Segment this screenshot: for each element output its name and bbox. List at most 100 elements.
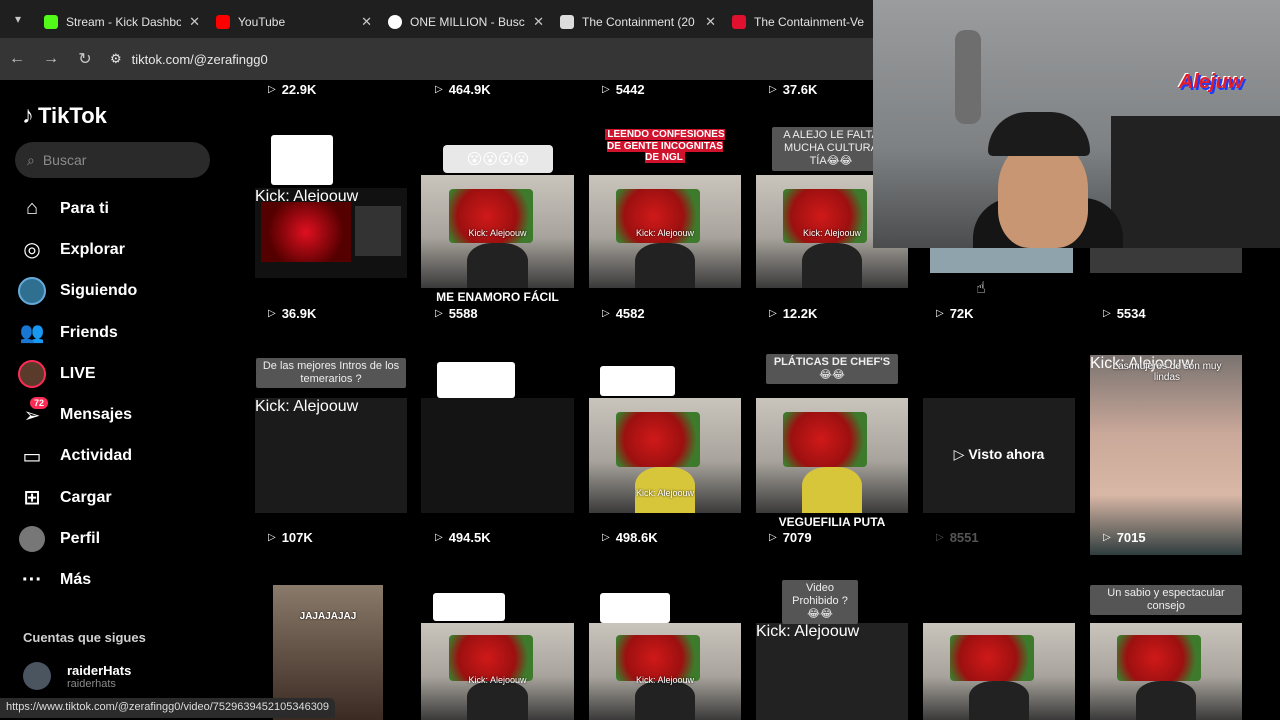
tab-title: YouTube xyxy=(238,15,286,29)
google-favicon-icon xyxy=(388,15,402,29)
view-count-value: 107K xyxy=(281,530,313,545)
video-thumbnail[interactable] xyxy=(421,398,574,513)
banner-image xyxy=(783,411,867,467)
watermark-text: Kick: Alejoouw xyxy=(468,228,527,239)
view-count: ▷ 494.5K xyxy=(435,530,491,545)
watermark-text: Kick: Alejoouw xyxy=(635,228,695,239)
close-icon[interactable]: ✕ xyxy=(189,14,200,30)
video-thumbnail[interactable] xyxy=(923,623,1075,720)
video-thumbnail[interactable]: ▷ Visto ahora xyxy=(923,398,1075,513)
video-thumbnail[interactable]: Kick: Alejoouw xyxy=(756,623,908,720)
browser-tab[interactable]: The Containment-Ve xyxy=(724,7,896,37)
video-thumbnail[interactable]: Kick: Alejoouw xyxy=(255,188,407,278)
video-caption-text: LEENDO CONFESIONES DE GENTE INCOGNITAS D… xyxy=(605,129,725,163)
close-icon[interactable]: ✕ xyxy=(533,14,544,30)
reload-icon[interactable]: ↻ xyxy=(68,38,102,80)
url-field[interactable]: ⚙ tiktok.com/@zerafingg0 xyxy=(110,51,268,67)
watermark-text: Kick: Alejoouw xyxy=(756,623,860,640)
view-count: ▷ 464.9K xyxy=(435,82,491,97)
watermark-text: Kick: Alejoouw xyxy=(635,487,695,498)
forward-arrow-icon[interactable]: → xyxy=(34,38,68,80)
thumbnail-panel xyxy=(355,206,401,256)
letterboxd-favicon-icon xyxy=(732,15,746,29)
play-icon: ▷ xyxy=(1103,308,1111,319)
video-thumbnail[interactable]: Kick: Alejoouw xyxy=(589,175,741,288)
view-count: ▷ 72K xyxy=(936,306,974,321)
view-count: ▷ 7015 xyxy=(1103,530,1146,545)
thumbnail-image xyxy=(261,202,351,262)
video-caption: De las mejores Intros de los temerarios … xyxy=(256,358,406,389)
video-thumbnail[interactable] xyxy=(1090,623,1242,720)
comment-caption xyxy=(437,362,515,398)
view-count: ▷ 107K xyxy=(268,530,313,545)
url-text: tiktok.com/@zerafingg0 xyxy=(131,51,268,67)
tab-title: The Containment-Ve xyxy=(754,15,865,29)
video-thumbnail[interactable]: Kick: Alejoouw xyxy=(589,623,741,720)
view-count-value: 12.2K xyxy=(782,306,818,321)
site-info-icon[interactable]: ⚙ xyxy=(110,51,122,67)
site-favicon-icon xyxy=(560,15,574,29)
video-caption: PLÁTICAS DE CHEF'S 😂😂 xyxy=(766,354,898,385)
close-icon[interactable]: ✕ xyxy=(361,14,372,30)
person-image xyxy=(466,242,529,288)
play-icon: ▷ xyxy=(268,308,276,319)
view-count-value: 72K xyxy=(949,306,974,321)
view-count: ▷ 12.2K xyxy=(769,306,817,321)
browser-tab[interactable]: The Containment (20 ✕ xyxy=(552,7,724,37)
browser-tab[interactable]: Stream - Kick Dashbo ✕ xyxy=(36,7,208,37)
watched-label: ▷ Visto ahora xyxy=(953,446,1045,462)
video-caption: Un sabio y espectacular consejo xyxy=(1090,585,1242,616)
video-thumbnail[interactable]: Kick: Alejoouw xyxy=(589,398,741,513)
view-count: ▷ 36.9K xyxy=(268,306,316,321)
comment-caption xyxy=(600,366,675,396)
person-image xyxy=(968,681,1030,720)
play-icon: ▷ xyxy=(268,84,276,95)
view-count: ▷ 498.6K xyxy=(602,530,658,545)
play-icon: ▷ xyxy=(936,308,944,319)
video-thumbnail[interactable]: Kick: Alejoouw xyxy=(421,175,574,288)
video-thumbnail[interactable]: Kick: Alejoouw xyxy=(421,623,574,720)
watermark-text: Kick: Alejoouw xyxy=(468,675,527,686)
video-thumbnail[interactable]: Kick: Alejoouw xyxy=(255,398,407,513)
view-count: ▷ 4582 xyxy=(602,306,645,321)
view-count-value: 5442 xyxy=(615,82,645,97)
youtube-favicon-icon xyxy=(216,15,230,29)
webcam-overlay: Alejuw xyxy=(873,0,1280,248)
shelf-image xyxy=(1111,116,1280,248)
link-status-bar: https://www.tiktok.com/@zerafingg0/video… xyxy=(0,698,336,718)
play-icon: ▷ xyxy=(936,532,944,543)
view-count: ▷ 5442 xyxy=(602,82,645,97)
close-icon[interactable]: ✕ xyxy=(705,14,716,30)
view-count-value: 7079 xyxy=(782,530,812,545)
browser-tab[interactable]: ONE MILLION - Busc ✕ xyxy=(380,7,552,37)
comment-caption xyxy=(433,593,505,621)
video-thumbnail[interactable] xyxy=(756,398,908,513)
person-image xyxy=(1135,681,1197,720)
streamer-face xyxy=(998,140,1088,248)
tab-title: Stream - Kick Dashbo xyxy=(66,15,182,29)
view-count-value: 22.9K xyxy=(281,82,317,97)
streamer-cap xyxy=(988,112,1090,156)
tab-title: ONE MILLION - Busc xyxy=(410,15,525,29)
tab-search-button[interactable]: ▾ xyxy=(0,0,36,38)
tab-title: The Containment (20 xyxy=(582,15,695,29)
video-thumbnail[interactable]: Las mujeres de son muy lindas Kick: Alej… xyxy=(1090,355,1242,555)
video-thumbnail[interactable] xyxy=(930,248,1073,273)
play-icon: ▷ xyxy=(602,532,610,543)
play-icon: ▷ xyxy=(435,84,443,95)
video-thumbnail[interactable] xyxy=(1090,248,1242,273)
play-icon: ▷ xyxy=(1103,532,1111,543)
view-count-value: 5534 xyxy=(1116,306,1146,321)
video-caption: VEGUEFILIA PUTA xyxy=(778,515,886,529)
person-image xyxy=(466,681,529,720)
view-count: ▷ 5588 xyxy=(435,306,478,321)
video-caption: Video Prohibido ?😂😂 xyxy=(782,580,858,624)
browser-tab[interactable]: YouTube ✕ xyxy=(208,7,380,37)
back-arrow-icon[interactable]: ← xyxy=(0,38,34,80)
view-count: ▷ 37.6K xyxy=(769,82,817,97)
view-count: ▷ 5534 xyxy=(1103,306,1146,321)
view-count-value: 464.9K xyxy=(448,82,491,97)
video-caption: JAJAJAJAJ xyxy=(299,611,357,622)
emoji-caption: 😮😮😮😮 xyxy=(443,145,553,173)
play-icon: ▷ xyxy=(268,532,276,543)
